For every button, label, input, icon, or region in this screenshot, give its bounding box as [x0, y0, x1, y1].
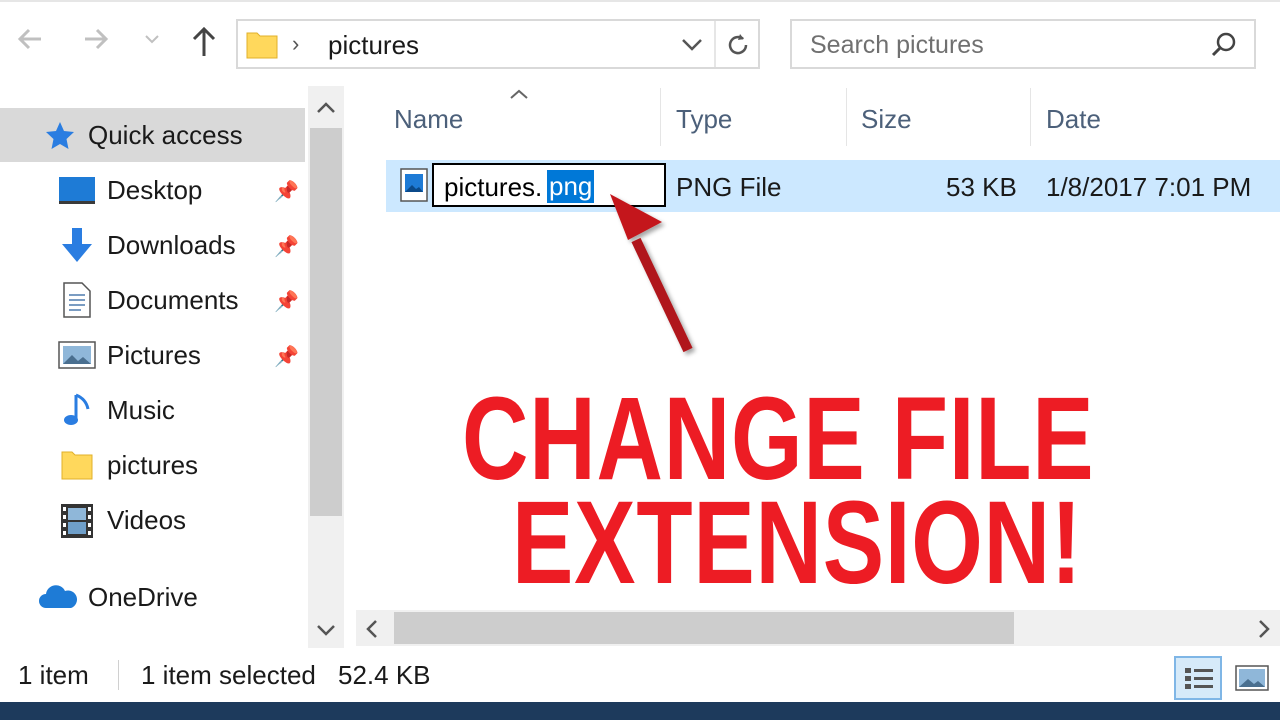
horizontal-scrollbar-thumb[interactable] — [394, 612, 1014, 644]
address-bar[interactable]: › pictures — [236, 19, 760, 69]
sidebar-item-label: Desktop — [107, 175, 203, 205]
desktop-icon — [59, 177, 95, 204]
column-header-type[interactable]: Type — [676, 104, 732, 135]
cloud-icon — [39, 585, 78, 608]
sidebar-item-label: Music — [107, 395, 175, 425]
sidebar-item-music[interactable]: Music — [0, 383, 305, 437]
sidebar-item-label: Documents — [107, 285, 239, 315]
headline-line-2: EXTENSION! — [512, 477, 1083, 609]
music-note-icon — [64, 393, 90, 425]
address-path[interactable]: pictures — [328, 30, 419, 61]
back-button[interactable] — [12, 24, 48, 65]
scroll-left-icon[interactable] — [362, 618, 382, 640]
star-icon — [46, 122, 74, 149]
file-date: 1/8/2017 7:01 PM — [1046, 172, 1252, 202]
details-view-button[interactable] — [1174, 656, 1222, 700]
arrow-left-icon — [17, 28, 41, 50]
sidebar-scrollbar-thumb[interactable] — [310, 128, 342, 516]
recent-locations-button[interactable] — [140, 24, 164, 65]
taskbar-edge — [0, 702, 1280, 720]
sidebar-item-quick-access[interactable]: Quick access — [0, 108, 305, 162]
sidebar-item-label: Pictures — [107, 340, 201, 370]
pin-icon: 📌 — [274, 346, 299, 368]
search-icon[interactable] — [1210, 31, 1238, 59]
search-input[interactable]: Search pictures — [810, 31, 984, 60]
large-icons-view-icon — [1235, 665, 1269, 691]
column-separator[interactable] — [1030, 88, 1031, 146]
address-divider — [714, 21, 716, 67]
details-view-icon — [1185, 668, 1213, 689]
pin-icon: 📌 — [274, 236, 299, 258]
refresh-icon[interactable] — [724, 31, 752, 59]
sort-ascending-icon — [510, 89, 528, 99]
chevron-down-icon — [145, 35, 159, 44]
sidebar-item-pictures[interactable]: Pictures 📌 — [0, 328, 305, 382]
sidebar-item-pictures-folder[interactable]: pictures — [0, 438, 305, 492]
document-icon — [63, 282, 91, 318]
sidebar-item-label: OneDrive — [88, 582, 198, 612]
folder-icon — [246, 32, 278, 59]
column-header-date[interactable]: Date — [1046, 104, 1101, 135]
column-header-name[interactable]: Name — [394, 104, 463, 135]
file-name-base: pictures. — [444, 172, 543, 202]
download-arrow-icon — [62, 228, 92, 262]
up-button[interactable] — [186, 24, 222, 69]
file-extension-selected: png — [547, 170, 595, 203]
sidebar-item-desktop[interactable]: Desktop 📌 — [0, 163, 305, 217]
scroll-down-icon[interactable] — [314, 620, 338, 640]
file-size: 53 KB — [946, 172, 1017, 202]
pin-icon: 📌 — [274, 181, 299, 203]
window-top-edge — [0, 0, 1280, 2]
folder-icon — [61, 451, 93, 480]
arrow-up-icon — [192, 26, 216, 56]
column-separator[interactable] — [846, 88, 847, 146]
sidebar-item-documents[interactable]: Documents 📌 — [0, 273, 305, 327]
scroll-up-icon[interactable] — [314, 98, 338, 118]
chevron-down-icon[interactable] — [680, 35, 704, 55]
film-strip-icon — [61, 504, 93, 538]
red-arrow-annotation — [610, 194, 693, 353]
status-item-count: 1 item — [18, 660, 89, 690]
png-file-icon — [400, 168, 428, 202]
sidebar-item-videos[interactable]: Videos — [0, 493, 305, 547]
status-divider — [118, 660, 119, 690]
breadcrumb-separator-icon: › — [292, 31, 300, 56]
column-separator[interactable] — [660, 88, 661, 146]
sidebar-item-onedrive[interactable]: OneDrive — [0, 570, 305, 624]
sidebar-item-label: Quick access — [88, 120, 243, 150]
status-selected-size: 52.4 KB — [338, 660, 431, 690]
search-box[interactable]: Search pictures — [790, 19, 1256, 69]
sidebar-item-downloads[interactable]: Downloads 📌 — [0, 218, 305, 272]
forward-button[interactable] — [78, 24, 114, 65]
scroll-right-icon[interactable] — [1254, 618, 1274, 640]
sidebar-item-label: Downloads — [107, 230, 236, 260]
large-icons-view-button[interactable] — [1232, 656, 1272, 700]
column-header-size[interactable]: Size — [861, 104, 912, 135]
pin-icon: 📌 — [274, 291, 299, 313]
sidebar-item-label: pictures — [107, 450, 199, 480]
arrow-right-icon — [85, 28, 109, 50]
sidebar-item-label: Videos — [107, 505, 187, 535]
pictures-icon — [58, 341, 96, 369]
status-selected: 1 item selected — [141, 660, 316, 690]
